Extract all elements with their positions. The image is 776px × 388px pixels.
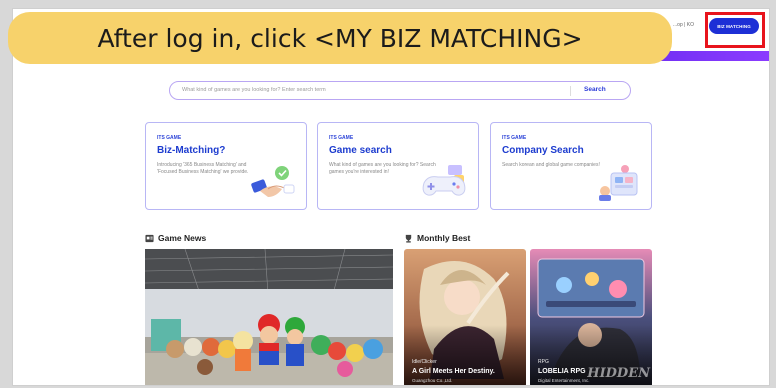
artwork-overlay-text: HIDDEN: [587, 366, 650, 381]
best-item-card[interactable]: HIDDEN RPG LOBELIA RPG Digital Entertain…: [530, 249, 652, 385]
game-news-image[interactable]: [145, 249, 393, 385]
best-item-card[interactable]: Idle/Clicker A Girl Meets Her Destiny. G…: [404, 249, 526, 385]
search-bar[interactable]: What kind of games are you looking for? …: [169, 81, 631, 100]
trophy-icon: [405, 234, 412, 243]
handshake-icon: [251, 166, 295, 197]
section-title: Monthly Best: [417, 233, 471, 243]
card-biz-matching[interactable]: ITS GAME Biz-Matching? Introducing '365 …: [145, 122, 307, 210]
best-item-category: Idle/Clicker: [412, 359, 437, 365]
game-news-heading: Game News: [145, 233, 206, 243]
company-icon: [599, 165, 638, 201]
card-tag: ITS GAME: [329, 135, 354, 141]
card-company-search[interactable]: ITS GAME Company Search Search korean an…: [490, 122, 652, 210]
top-links[interactable]: ...op | KO: [673, 22, 694, 28]
web-page: ...op | KO BIZ MATCHING What kind of gam…: [12, 8, 770, 386]
card-title: Company Search: [502, 145, 584, 156]
card-tag: ITS GAME: [157, 135, 182, 141]
best-item-publisher: Digital Entertainment, Inc.: [538, 378, 590, 383]
anime-girl-artwork: [404, 249, 526, 385]
search-input[interactable]: What kind of games are you looking for? …: [182, 87, 326, 93]
best-item-name: LOBELIA RPG: [538, 368, 586, 375]
best-item-name: A Girl Meets Her Destiny.: [412, 368, 495, 375]
card-tag: ITS GAME: [502, 135, 527, 141]
search-button[interactable]: Search: [584, 86, 606, 93]
card-title: Biz-Matching?: [157, 145, 226, 156]
news-icon: [145, 234, 154, 242]
search-divider: [570, 86, 571, 96]
monthly-best-heading: Monthly Best: [404, 233, 470, 243]
instruction-callout: After log in, click <MY BIZ MATCHING>: [8, 12, 672, 64]
card-title: Game search: [329, 145, 392, 156]
best-item-publisher: Guangzhou Co.,Ltd.: [412, 378, 453, 383]
best-item-category: RPG: [538, 359, 549, 365]
section-title: Game News: [158, 233, 207, 243]
mario-figures-photo: [145, 249, 393, 385]
gamepad-icon: [422, 165, 466, 196]
biz-matching-button[interactable]: BIZ MATCHING: [709, 18, 759, 34]
card-game-search[interactable]: ITS GAME Game search What kind of games …: [317, 122, 479, 210]
screenshot-frame: ...op | KO BIZ MATCHING What kind of gam…: [0, 0, 776, 388]
